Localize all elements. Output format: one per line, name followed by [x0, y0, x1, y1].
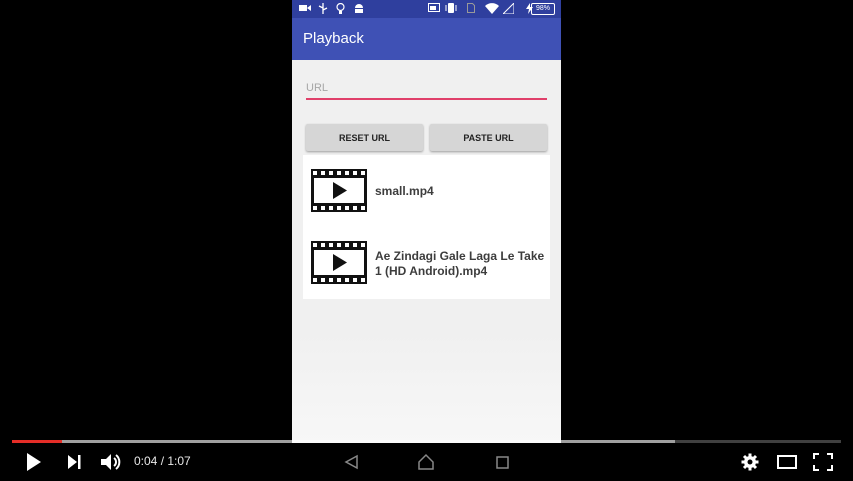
lightbulb-icon	[336, 2, 345, 18]
phone-screen: 98% Playback RESET URL PASTE URL small.m…	[292, 0, 561, 443]
play-button[interactable]	[22, 451, 46, 473]
url-input[interactable]	[306, 78, 547, 100]
fullscreen-icon	[813, 453, 833, 471]
usb-icon	[318, 3, 328, 18]
status-bar: 98%	[292, 0, 561, 18]
settings-button[interactable]	[738, 451, 762, 473]
play-icon	[27, 453, 41, 471]
film-play-icon	[311, 169, 367, 212]
time-display: 0:04 / 1:07	[134, 454, 191, 468]
progress-bar[interactable]	[12, 440, 841, 443]
theater-mode-button[interactable]	[775, 451, 799, 473]
app-bar: Playback	[292, 18, 561, 60]
app-title: Playback	[303, 30, 364, 47]
android-back-button	[340, 451, 364, 473]
home-icon	[418, 453, 434, 470]
android-home-button	[414, 451, 438, 473]
volume-button[interactable]	[99, 451, 123, 473]
volume-icon	[101, 454, 121, 470]
android-icon	[354, 3, 364, 18]
video-list: small.mp4 Ae Zindagi Gale Laga Le Take 1…	[303, 155, 550, 299]
vibrate-icon	[445, 3, 457, 17]
skip-next-icon	[68, 455, 81, 469]
battery-indicator: 98%	[531, 3, 555, 15]
video-list-item[interactable]: small.mp4	[303, 155, 550, 227]
cast-icon	[428, 3, 440, 17]
android-recents-button	[490, 451, 514, 473]
video-name: Ae Zindagi Gale Laga Le Take 1 (HD Andro…	[375, 249, 545, 278]
film-play-icon	[311, 241, 367, 284]
recents-square-icon	[496, 456, 509, 469]
video-list-item[interactable]: Ae Zindagi Gale Laga Le Take 1 (HD Andro…	[303, 227, 550, 299]
reset-url-button[interactable]: RESET URL	[306, 124, 423, 151]
sim-icon	[467, 3, 475, 17]
theater-mode-icon	[777, 455, 797, 469]
fullscreen-button[interactable]	[811, 451, 835, 473]
gear-icon	[741, 453, 759, 471]
next-button[interactable]	[63, 451, 87, 473]
current-time: 0:04	[134, 454, 158, 468]
time-separator: /	[157, 454, 168, 468]
video-name: small.mp4	[375, 184, 434, 198]
empty-area	[292, 330, 561, 443]
progress-buffered	[12, 440, 675, 443]
paste-url-button[interactable]: PASTE URL	[430, 124, 547, 151]
signal-icon	[501, 1, 515, 18]
video-camera-icon	[299, 3, 311, 17]
back-triangle-icon	[344, 454, 358, 470]
wifi-icon	[485, 3, 499, 18]
total-time: 1:07	[167, 454, 191, 468]
progress-played	[12, 440, 62, 443]
